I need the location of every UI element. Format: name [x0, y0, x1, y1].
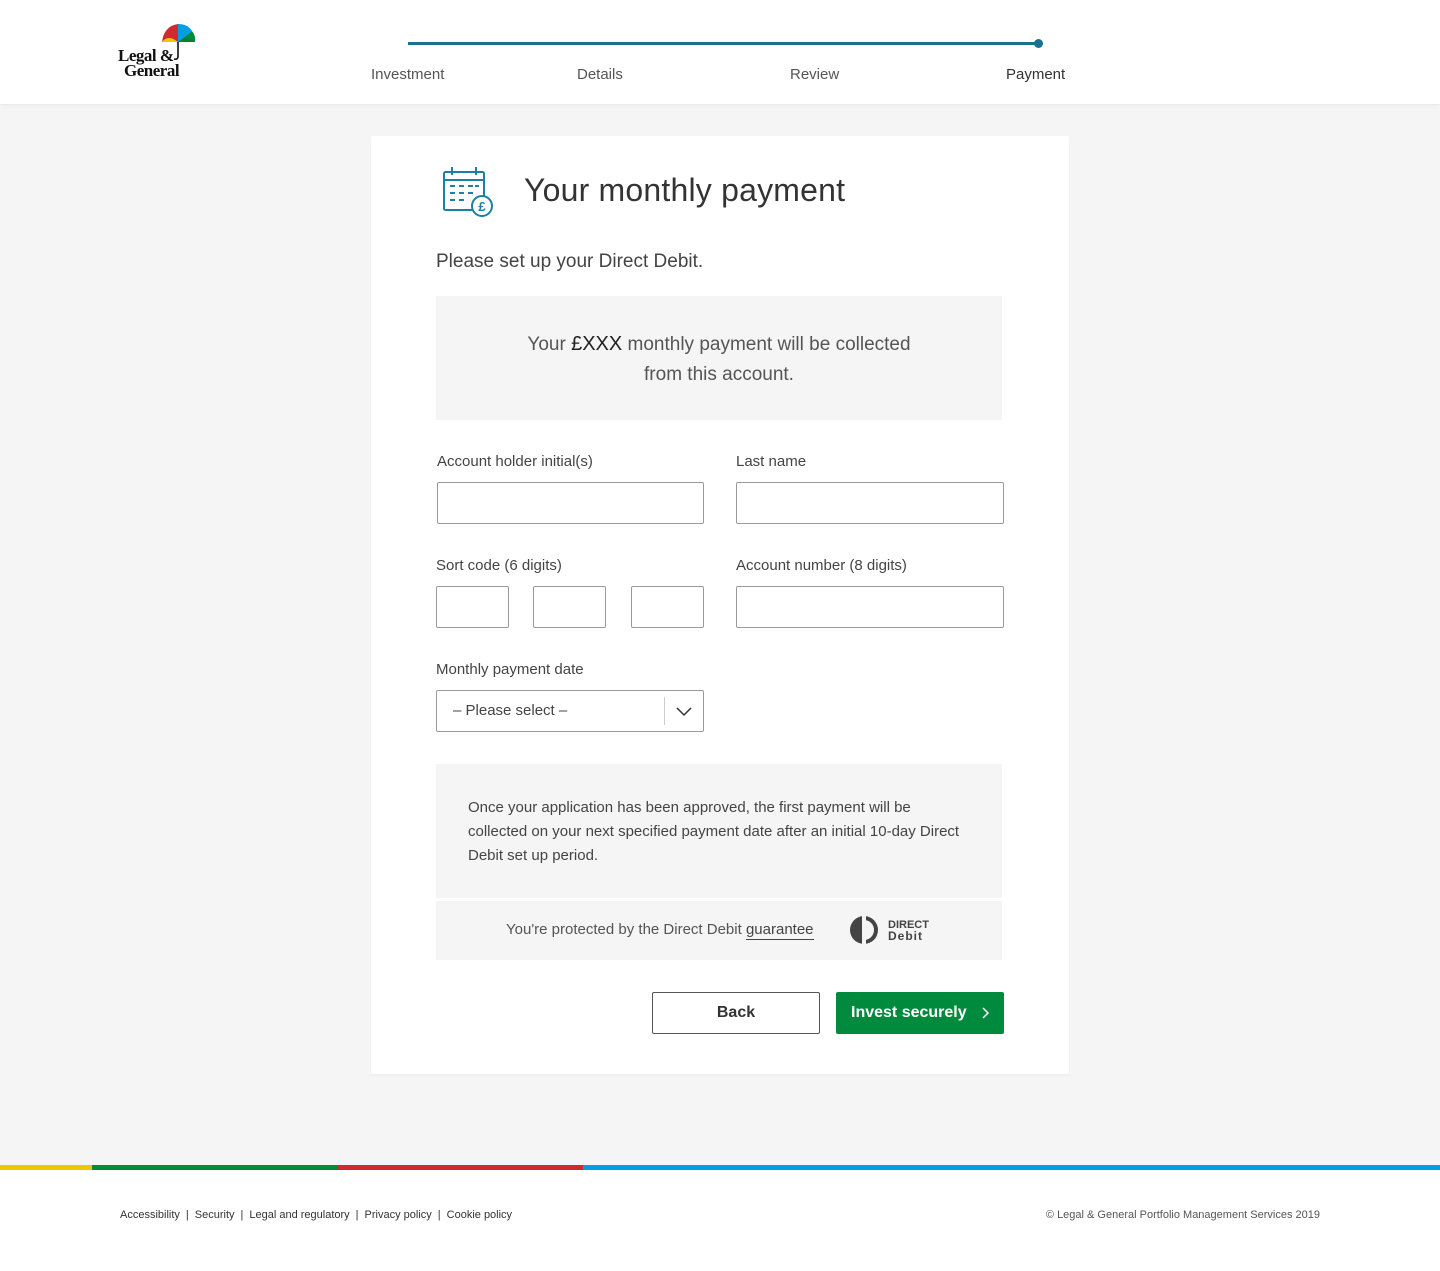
footer-separator: | — [240, 1209, 244, 1221]
sort-code-input-3[interactable] — [631, 586, 704, 628]
sort-code-input-2[interactable] — [533, 586, 606, 628]
initials-input[interactable] — [437, 482, 704, 524]
direct-debit-logo: DIRECT Debit — [850, 916, 929, 944]
info-prefix: Your — [527, 334, 566, 355]
dd-logo-line-2: Debit — [888, 929, 923, 943]
payment-info-box: Your £XXX monthly payment will be collec… — [436, 296, 1002, 420]
initials-label: Account holder initial(s) — [437, 453, 593, 470]
legal-and-general-logo[interactable]: Legal & General — [118, 22, 200, 84]
chevron-down-icon — [676, 707, 692, 717]
last-name-label: Last name — [736, 453, 807, 470]
svg-text:£: £ — [478, 199, 486, 214]
logo-line-2: General — [124, 61, 180, 80]
sort-code-input-1[interactable] — [436, 586, 509, 628]
account-number-input[interactable] — [736, 586, 1004, 628]
logo-wordmark: Legal & General — [118, 47, 180, 80]
payment-date-label: Monthly payment date — [436, 661, 584, 678]
info-line-2: from this account. — [644, 364, 794, 385]
payment-amount: £XXX — [571, 333, 623, 355]
footer-separator: | — [355, 1209, 359, 1221]
footer-separator: | — [185, 1209, 189, 1221]
copyright-text: © Legal & General Portfolio Management S… — [1045, 1209, 1320, 1221]
step-details: Details — [577, 66, 623, 83]
progress-current-dot — [1034, 39, 1043, 48]
guarantee-box: You're protected by the Direct Debit gua… — [436, 901, 1002, 960]
step-investment: Investment — [371, 66, 445, 83]
footer-links: Accessibility | Security | Legal and regulat… — [120, 1209, 512, 1221]
footer-link-accessibility[interactable]: Accessibility — [120, 1209, 180, 1221]
calendar-pound-icon: £ — [443, 167, 493, 217]
footer-link-cookie[interactable]: Cookie policy — [447, 1209, 512, 1221]
invest-securely-label: Invest securely — [851, 1004, 967, 1021]
sort-code-label: Sort code (6 digits) — [436, 557, 562, 574]
page-title: Your monthly payment — [524, 172, 846, 208]
site-header: Legal & General Investment Details Revie… — [0, 0, 1440, 104]
first-payment-note-text: Once your application has been approved,… — [468, 799, 960, 864]
back-button[interactable]: Back — [652, 992, 820, 1034]
step-review: Review — [790, 66, 840, 83]
payment-date-selected: – Please select – — [453, 702, 568, 719]
invest-securely-button[interactable]: Invest securely — [836, 992, 1004, 1034]
select-divider — [664, 697, 665, 725]
first-payment-note: Once your application has been approved,… — [436, 764, 1002, 898]
progress-bar — [408, 42, 1038, 45]
step-payment: Payment — [1006, 66, 1066, 83]
footer-link-security[interactable]: Security — [195, 1209, 235, 1221]
guarantee-prefix: You're protected by the Direct Debit — [506, 921, 742, 938]
site-footer: Accessibility | Security | Legal and regulat… — [0, 1170, 1440, 1271]
guarantee-link[interactable]: guarantee — [745, 921, 814, 940]
payment-date-select[interactable]: – Please select – — [436, 690, 704, 732]
info-suffix: monthly payment will be collected — [627, 334, 911, 355]
footer-separator: | — [437, 1209, 441, 1221]
guarantee-text: You're protected by the Direct Debit gua… — [506, 921, 814, 940]
chevron-right-icon — [982, 1007, 990, 1019]
intro-text: Please set up your Direct Debit. — [436, 251, 704, 272]
footer-link-privacy[interactable]: Privacy policy — [365, 1209, 432, 1221]
last-name-input[interactable] — [736, 482, 1004, 524]
account-number-label: Account number (8 digits) — [736, 557, 907, 574]
footer-link-legal[interactable]: Legal and regulatory — [249, 1209, 349, 1221]
